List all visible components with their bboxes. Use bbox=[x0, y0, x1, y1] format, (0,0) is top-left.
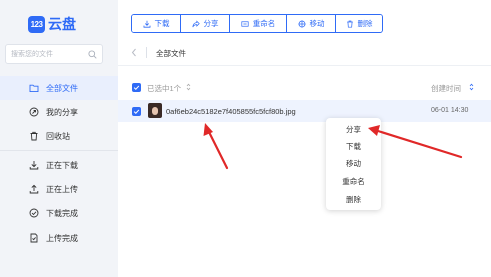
logo-text: 云盘 bbox=[48, 16, 76, 32]
action-toolbar: 下载 分享 重命名 移动 删除 bbox=[131, 14, 383, 33]
share-icon bbox=[191, 19, 200, 27]
delete-button-label: 删除 bbox=[357, 19, 373, 28]
share-button-label: 分享 bbox=[203, 19, 219, 28]
move-icon bbox=[297, 19, 306, 28]
download-icon bbox=[29, 161, 39, 170]
trash-icon bbox=[346, 20, 353, 28]
check-icon bbox=[133, 109, 140, 114]
sidebar-item-my-shares[interactable]: 我的分享 bbox=[0, 100, 118, 124]
chevron-left-icon[interactable] bbox=[130, 48, 138, 57]
move-button-label: 移动 bbox=[309, 19, 325, 28]
file-name[interactable]: 0af6eb24c5182e7f405855fc5fcf80b.jpg bbox=[166, 107, 296, 116]
table-row[interactable]: 0af6eb24c5182e7f405855fc5fcf80b.jpg 06-0… bbox=[118, 100, 491, 122]
column-created-time[interactable]: 创建时间 bbox=[431, 83, 461, 94]
logo-mark: 123 bbox=[28, 15, 45, 33]
selection-count: 已选中1个 bbox=[147, 84, 182, 93]
sidebar-item-label: 正在上传 bbox=[46, 184, 78, 194]
trash-icon bbox=[30, 131, 38, 141]
file-list-header: 已选中1个 创建时间 bbox=[118, 78, 491, 98]
sidebar-item-label: 回收站 bbox=[46, 131, 70, 141]
breadcrumb: 全部文件 bbox=[118, 40, 491, 66]
folder-icon bbox=[29, 84, 39, 93]
sidebar: 123 云盘 全部文件 我的分享 回收站 正在下载 bbox=[0, 0, 118, 277]
rename-icon bbox=[241, 20, 249, 27]
rename-button-label: 重命名 bbox=[252, 19, 276, 28]
select-all-checkbox[interactable] bbox=[132, 83, 141, 92]
download-button-label: 下载 bbox=[154, 19, 170, 28]
sort-icon[interactable] bbox=[186, 83, 191, 91]
sidebar-item-label: 下载完成 bbox=[46, 208, 78, 218]
sidebar-item-all-files[interactable]: 全部文件 bbox=[0, 76, 118, 100]
sort-icon[interactable] bbox=[469, 83, 474, 91]
download-icon bbox=[143, 20, 150, 28]
context-menu-share[interactable]: 分享 bbox=[326, 120, 381, 138]
sidebar-item-uploading[interactable]: 正在上传 bbox=[0, 177, 118, 201]
image-thumbnail bbox=[148, 103, 162, 118]
move-button[interactable]: 移动 bbox=[287, 15, 336, 32]
check-circle-icon bbox=[29, 208, 39, 218]
breadcrumb-current[interactable]: 全部文件 bbox=[156, 48, 186, 59]
sidebar-item-upload-complete[interactable]: 上传完成 bbox=[0, 226, 118, 250]
sidebar-item-label: 全部文件 bbox=[46, 83, 78, 93]
file-done-icon bbox=[30, 233, 38, 243]
download-button[interactable]: 下载 bbox=[132, 15, 181, 32]
delete-button[interactable]: 删除 bbox=[336, 15, 382, 32]
sidebar-item-recycle-bin[interactable]: 回收站 bbox=[0, 124, 118, 148]
annotation-arrow-to-file bbox=[203, 123, 229, 170]
share-button[interactable]: 分享 bbox=[181, 15, 230, 32]
share-link-icon bbox=[29, 107, 39, 117]
row-checkbox[interactable] bbox=[132, 107, 141, 116]
sidebar-item-downloading[interactable]: 正在下载 bbox=[0, 153, 118, 177]
annotation-arrow-to-share bbox=[368, 125, 463, 159]
sidebar-item-label: 我的分享 bbox=[46, 107, 78, 117]
context-menu-download[interactable]: 下载 bbox=[326, 137, 381, 155]
rename-button[interactable]: 重命名 bbox=[230, 15, 287, 32]
check-icon bbox=[133, 85, 140, 90]
context-menu-delete[interactable]: 删除 bbox=[326, 190, 381, 208]
breadcrumb-separator bbox=[146, 47, 147, 58]
search-input[interactable] bbox=[6, 45, 90, 63]
context-menu-rename[interactable]: 重命名 bbox=[326, 172, 381, 190]
context-menu: 分享 下载 移动 重命名 删除 bbox=[326, 118, 381, 210]
sidebar-item-label: 正在下载 bbox=[46, 160, 78, 170]
sidebar-divider bbox=[0, 150, 118, 151]
search-icon[interactable] bbox=[88, 50, 97, 59]
sidebar-item-download-complete[interactable]: 下载完成 bbox=[0, 201, 118, 225]
logo: 123 云盘 bbox=[28, 14, 76, 34]
search-box bbox=[5, 44, 103, 64]
upload-icon bbox=[29, 184, 39, 194]
context-menu-move[interactable]: 移动 bbox=[326, 154, 381, 172]
sidebar-item-label: 上传完成 bbox=[46, 233, 78, 243]
file-date: 06-01 14:30 bbox=[431, 107, 469, 114]
